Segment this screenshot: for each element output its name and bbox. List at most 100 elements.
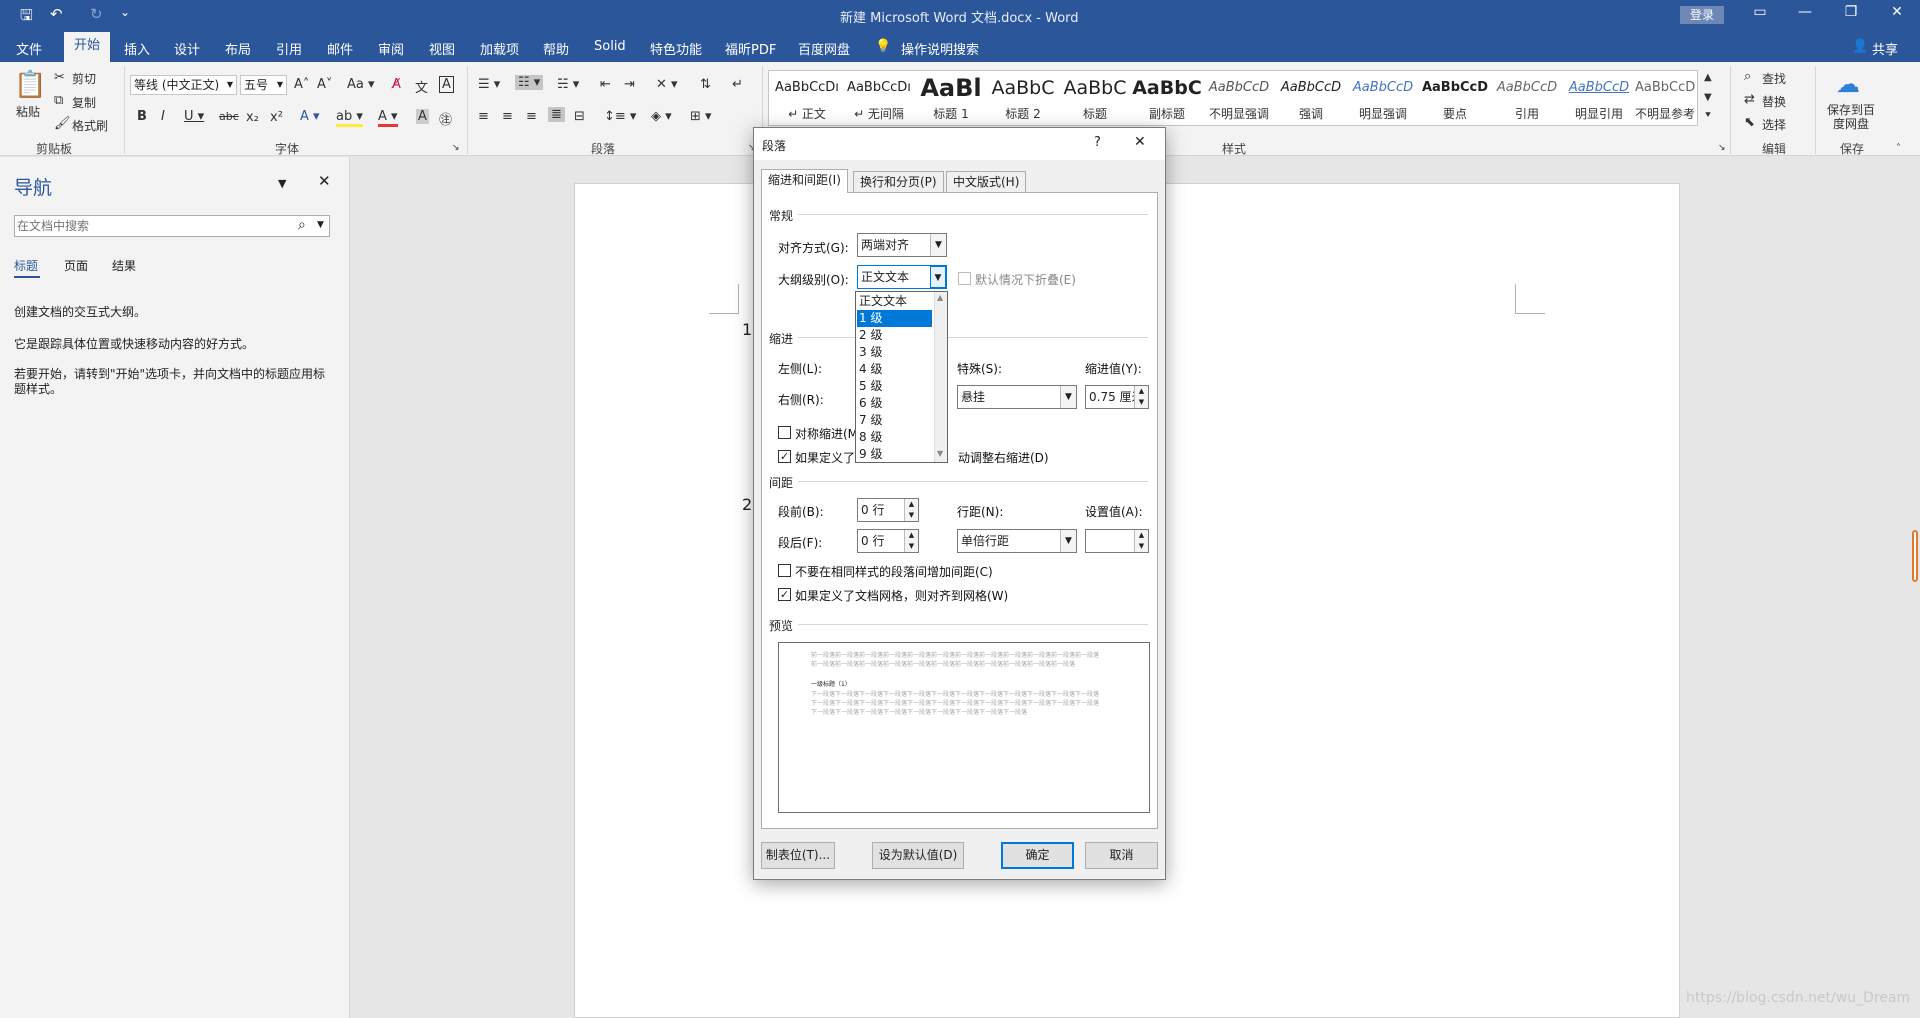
outline-option-level-2[interactable]: 2 级 (857, 327, 932, 344)
align-right-icon[interactable]: ≡ (526, 109, 537, 124)
phonetic-guide-icon[interactable]: 文 (415, 77, 428, 96)
dropdown-scrollbar[interactable]: ▲ ▼ (934, 292, 947, 462)
style-no-spacing[interactable]: AaBbCcDı ↵ 无间隔 (843, 71, 915, 127)
tabs-button[interactable]: 制表位(T)... (761, 842, 835, 869)
font-color-icon[interactable]: A ▾ (378, 109, 398, 127)
login-button[interactable]: 登录 (1680, 6, 1724, 24)
outline-option-body[interactable]: 正文文本 (857, 293, 932, 310)
scroll-up-icon[interactable]: ▲ (937, 293, 943, 302)
no-space-same-style-checkbox[interactable] (778, 564, 791, 577)
style-heading-1[interactable]: AaBl 标题 1 (915, 71, 987, 127)
enclose-char-icon[interactable]: ㊟ (439, 109, 452, 128)
nav-search-input[interactable] (17, 217, 287, 235)
customize-qat-icon[interactable]: ⌄ (120, 5, 130, 19)
sort-icon[interactable]: ⇅ (700, 77, 711, 92)
borders-icon[interactable]: ⊞ ▾ (690, 109, 712, 124)
spacing-after-input[interactable]: 0 行 ▲ ▼ (857, 529, 919, 553)
cancel-button[interactable]: 取消 (1085, 842, 1158, 869)
numbering-icon[interactable]: ☷ ▾ (515, 75, 544, 90)
nav-tab-headings[interactable]: 标题 (14, 257, 38, 274)
tab-file[interactable]: 文件 (16, 39, 42, 58)
line-spacing-icon[interactable]: ↕≡ ▾ (604, 109, 636, 124)
spinner-icon[interactable]: ▲ ▼ (904, 530, 918, 552)
dialog-close-button[interactable]: ✕ (1134, 134, 1146, 150)
save-to-netdisk-button[interactable]: 保存到百度网盘 (1826, 103, 1876, 131)
tab-view[interactable]: 视图 (429, 39, 455, 58)
text-effects-icon[interactable]: A ▾ (300, 109, 320, 124)
find-button[interactable]: 查找 (1762, 70, 1786, 87)
style-subtitle[interactable]: AaBbC 副标题 (1131, 71, 1203, 127)
minimize-icon[interactable]: — (1790, 4, 1820, 20)
scroll-indicator[interactable] (1912, 530, 1918, 582)
ok-button[interactable]: 确定 (1001, 842, 1074, 869)
outline-option-level-8[interactable]: 8 级 (857, 429, 932, 446)
decrease-indent-icon[interactable]: ⇤ (600, 77, 611, 92)
alignment-select[interactable]: 两端对齐 ▼ (857, 233, 947, 257)
outline-option-level-5[interactable]: 5 级 (857, 378, 932, 395)
tab-indents-spacing[interactable]: 缩进和间距(I) (761, 169, 848, 193)
collapse-checkbox[interactable] (958, 272, 971, 285)
styles-dialog-launcher-icon[interactable]: ↘ (1718, 143, 1726, 153)
bullets-icon[interactable]: ☰ ▾ (478, 77, 500, 92)
outline-level-select[interactable]: 正文文本 ▼ (857, 265, 947, 289)
style-quote[interactable]: AaBbCcD 引用 (1491, 71, 1563, 127)
font-dialog-launcher-icon[interactable]: ↘ (452, 143, 460, 153)
tab-review[interactable]: 审阅 (378, 39, 404, 58)
tab-help[interactable]: 帮助 (543, 39, 569, 58)
increase-indent-icon[interactable]: ⇥ (624, 77, 635, 92)
tab-baidu-netdisk[interactable]: 百度网盘 (798, 39, 850, 58)
outline-option-level-1[interactable]: 1 级 (857, 310, 932, 327)
copy-button[interactable]: 复制 (72, 94, 96, 111)
close-window-icon[interactable]: ✕ (1882, 4, 1912, 20)
indent-by-input[interactable]: 0.75 厘米 ▲ ▼ (1085, 385, 1149, 409)
style-subtle-emphasis[interactable]: AaBbCcD 不明显强调 (1203, 71, 1275, 127)
superscript-icon[interactable]: x² (270, 110, 283, 125)
font-size-select[interactable]: 五号 ▼ (240, 75, 287, 95)
align-left-icon[interactable]: ≡ (478, 109, 489, 124)
tab-solid[interactable]: Solid (594, 39, 626, 54)
tab-design[interactable]: 设计 (174, 39, 200, 58)
undo-icon[interactable]: ↶ (50, 5, 63, 23)
char-shading-icon[interactable]: A (416, 109, 429, 124)
clear-format-icon[interactable]: A̸ (392, 77, 401, 92)
share-button[interactable]: 共享 (1872, 39, 1898, 58)
grow-font-icon[interactable]: A˄ (294, 77, 309, 92)
set-default-button[interactable]: 设为默认值(D) (872, 842, 964, 869)
justify-icon[interactable]: ≣ (548, 107, 565, 122)
tell-me-search[interactable]: 操作说明搜索 (901, 39, 979, 58)
font-name-select[interactable]: 等线 (中文正文) ▼ (130, 75, 237, 95)
styles-scroll-up-icon[interactable]: ▲ (1704, 72, 1712, 83)
select-button[interactable]: 选择 (1762, 116, 1786, 133)
styles-more-icon[interactable]: ⯆ (1704, 110, 1712, 121)
scroll-down-icon[interactable]: ▼ (937, 449, 943, 458)
nav-options-icon[interactable]: ▼ (278, 177, 286, 190)
mirror-indents-checkbox[interactable] (778, 426, 791, 439)
change-case-icon[interactable]: Aa ▾ (347, 77, 375, 92)
tab-foxit-pdf[interactable]: 福昕PDF (725, 39, 776, 58)
spacing-before-input[interactable]: 0 行 ▲ ▼ (857, 498, 919, 522)
special-indent-select[interactable]: 悬挂 ▼ (957, 385, 1077, 409)
bold-icon[interactable]: B (137, 109, 147, 124)
style-subtle-reference[interactable]: AaBbCcDı 不明显参考 (1635, 71, 1695, 127)
search-icon[interactable]: ⌕ (298, 217, 306, 233)
style-heading-2[interactable]: AaBbC 标题 2 (987, 71, 1059, 127)
style-intense-emphasis[interactable]: AaBbCcD 明显强调 (1347, 71, 1419, 127)
style-emphasis[interactable]: AaBbCcD 强调 (1275, 71, 1347, 127)
tab-features[interactable]: 特色功能 (650, 39, 702, 58)
paste-icon[interactable]: 📋 (14, 70, 46, 100)
tab-layout[interactable]: 布局 (225, 39, 251, 58)
highlight-icon[interactable]: ab ▾ (336, 109, 363, 127)
restore-icon[interactable]: ❐ (1836, 4, 1866, 20)
nav-tab-pages[interactable]: 页面 (64, 257, 88, 274)
nav-tab-results[interactable]: 结果 (112, 257, 136, 274)
redo-icon[interactable]: ↻ (90, 5, 103, 23)
styles-scroll-down-icon[interactable]: ▼ (1704, 92, 1712, 103)
spinner-icon[interactable]: ▲ ▼ (904, 499, 918, 521)
tab-mailings[interactable]: 邮件 (327, 39, 353, 58)
tab-home[interactable]: 开始 (64, 32, 110, 62)
italic-icon[interactable]: I (161, 109, 165, 124)
tab-references[interactable]: 引用 (276, 39, 302, 58)
dialog-help-button[interactable]: ? (1094, 135, 1101, 150)
distributed-icon[interactable]: ⊟ (574, 109, 585, 124)
align-center-icon[interactable]: ≡ (502, 109, 513, 124)
